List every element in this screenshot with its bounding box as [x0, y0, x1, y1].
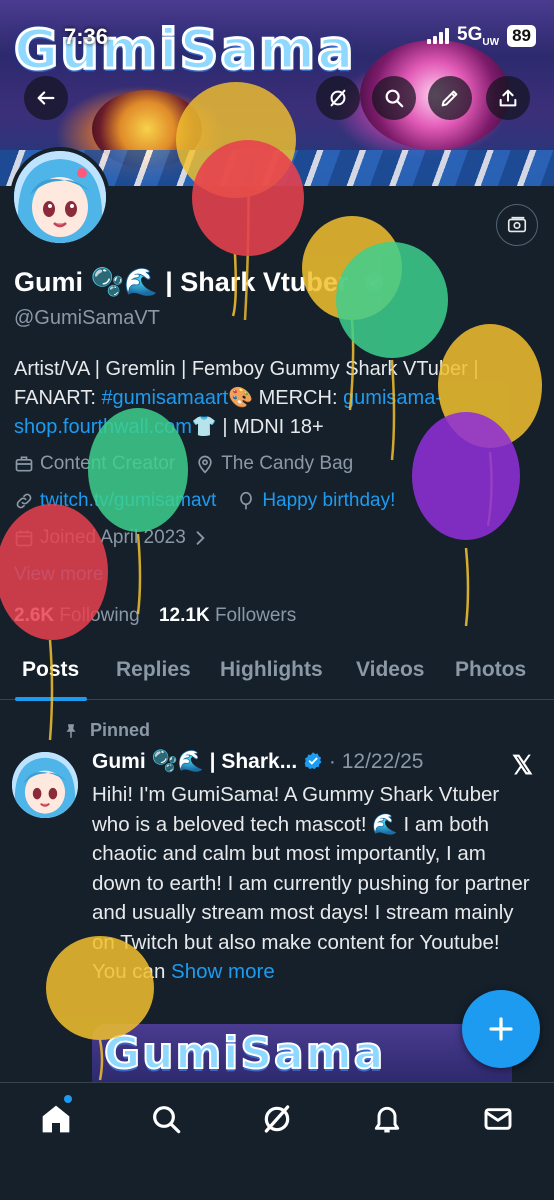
category-label: Content Creator: [40, 453, 176, 474]
profile-meta-row-3[interactable]: Joined April 2023: [14, 527, 216, 549]
balloon-purple-1: [412, 412, 520, 627]
nav-notifications[interactable]: [367, 1099, 407, 1139]
post-date: · 12/22/25: [328, 750, 424, 773]
edit-button[interactable]: [428, 76, 472, 120]
post-author-name[interactable]: Gumi 🫧🌊 | Shark...: [92, 750, 297, 773]
post-header: Gumi 🫧🌊 | Shark... · 12/22/25: [92, 750, 423, 774]
profile-meta-row-1: Content Creator The Candy Bag: [14, 453, 353, 475]
home-icon: [42, 1105, 70, 1133]
link-icon: [16, 493, 32, 509]
followers-stat[interactable]: 12.1K Followers: [159, 605, 296, 626]
post-avatar-illustration: [12, 752, 78, 818]
profile-bio: Artist/VA | Gremlin | Femboy Gummy Shark…: [14, 355, 544, 442]
nav-grok[interactable]: [257, 1099, 297, 1139]
location-label: The Candy Bag: [221, 453, 354, 474]
post-media-logo-text: GumiSama: [103, 1027, 386, 1080]
following-stat[interactable]: 2.6K Following: [14, 605, 140, 626]
post-media-image[interactable]: GumiSama: [92, 1024, 512, 1082]
calendar-icon: [15, 530, 33, 547]
verified-badge-icon: [363, 271, 384, 292]
money-icon: [507, 216, 527, 233]
chevron-right-icon: [196, 531, 205, 545]
post-body-text: Hihi! I'm GumiSama! A Gummy Shark Vtuber…: [92, 783, 530, 983]
avatar-illustration: [14, 151, 106, 243]
bottom-navigation: [0, 1082, 554, 1200]
tab-replies[interactable]: Replies: [116, 658, 191, 682]
active-tab-indicator: [15, 697, 87, 701]
nav-messages[interactable]: [478, 1099, 518, 1139]
back-button[interactable]: [24, 76, 68, 120]
nav-home[interactable]: [36, 1099, 76, 1139]
bio-hashtag-link[interactable]: #gumisamaart: [101, 387, 228, 409]
balloon-icon: [240, 491, 253, 510]
status-time: 7:36: [64, 24, 109, 49]
status-indicators: 5GUW 89: [427, 24, 536, 48]
signal-icon: [427, 27, 450, 44]
search-icon: [153, 1106, 181, 1134]
pin-icon: [66, 723, 76, 738]
website-link[interactable]: twitch.tv/gumisamavt: [40, 490, 216, 512]
pinned-label: Pinned: [62, 720, 150, 741]
plus-icon: [489, 1017, 513, 1041]
view-more-link[interactable]: View more: [14, 564, 103, 586]
grok-icon: [264, 1105, 290, 1133]
grok-button[interactable]: [316, 76, 360, 120]
tab-videos[interactable]: Videos: [356, 658, 424, 682]
show-more-link[interactable]: Show more: [171, 960, 275, 983]
x-logo-icon[interactable]: 𝕏: [512, 750, 533, 781]
display-name-text: Gumi 🫧🌊 | Shark Vtuber: [14, 267, 349, 297]
birthday-label[interactable]: Happy birthday!: [262, 490, 395, 512]
follow-stats: 2.6K Following 12.1K Followers: [14, 605, 296, 627]
home-notification-dot: [64, 1095, 72, 1103]
back-arrow-icon: [37, 91, 55, 105]
compose-post-button[interactable]: [462, 990, 540, 1068]
post-body: Hihi! I'm GumiSama! A Gummy Shark Vtuber…: [92, 780, 532, 987]
profile-meta-row-2: twitch.tv/gumisamavt Happy birthday!: [14, 490, 395, 512]
location-icon: [198, 455, 212, 474]
display-name: Gumi 🫧🌊 | Shark Vtuber: [14, 266, 386, 298]
edit-icon: [441, 90, 458, 107]
briefcase-icon: [15, 456, 33, 472]
profile-handle: @GumiSamaVT: [14, 307, 160, 329]
verified-badge-icon: [304, 752, 322, 770]
profile-avatar[interactable]: [10, 147, 110, 247]
post-author-avatar[interactable]: [12, 752, 78, 818]
bio-text-3: 👕 | MDNI 18+: [191, 416, 324, 438]
grok-icon: [330, 89, 346, 107]
search-button[interactable]: [372, 76, 416, 120]
network-label: 5GUW: [457, 24, 500, 48]
battery-icon: 89: [507, 24, 536, 47]
bell-icon: [374, 1106, 400, 1133]
search-icon: [385, 89, 404, 108]
share-button[interactable]: [486, 76, 530, 120]
tab-posts[interactable]: Posts: [22, 658, 79, 682]
tab-highlights[interactable]: Highlights: [220, 658, 323, 682]
profile-tabs: Posts Replies Highlights Videos Photos: [0, 650, 554, 701]
mail-icon: [484, 1108, 512, 1130]
tab-photos[interactable]: Photos: [455, 658, 526, 682]
tips-button[interactable]: [496, 204, 538, 246]
bio-text-2: 🎨 MERCH:: [228, 387, 344, 409]
nav-search[interactable]: [146, 1099, 186, 1139]
joined-label: Joined April 2023: [40, 527, 186, 548]
share-icon: [499, 89, 517, 107]
